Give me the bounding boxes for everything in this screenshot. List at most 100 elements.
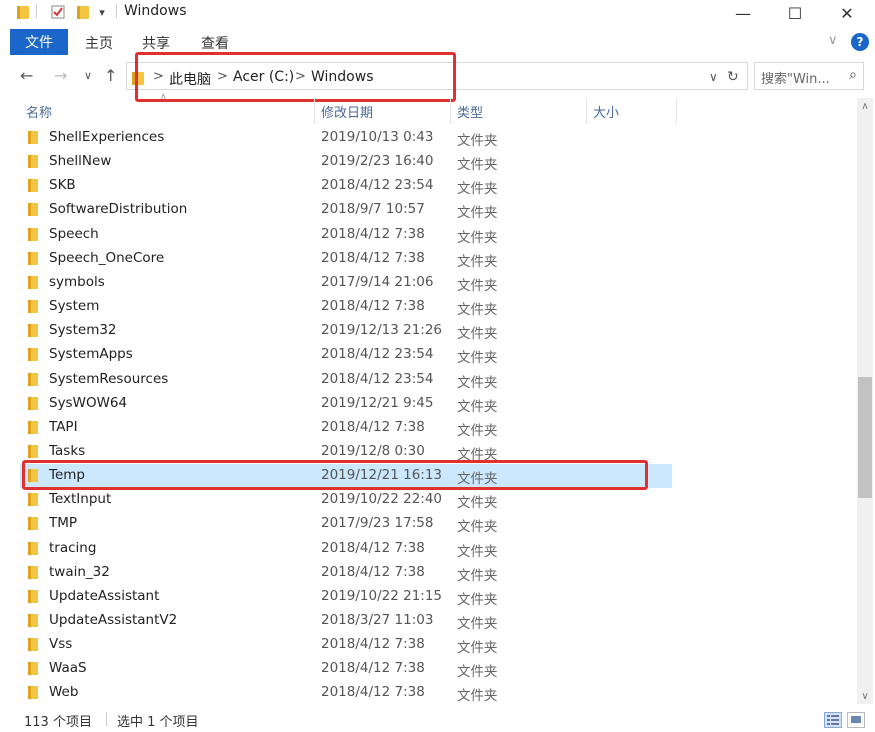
folder-icon <box>28 324 38 338</box>
large-icons-view-icon <box>851 716 861 723</box>
column-divider[interactable] <box>586 98 587 124</box>
file-name: Tasks <box>49 442 86 459</box>
scroll-up-button[interactable]: ∧ <box>857 98 873 114</box>
list-item[interactable]: Vss 2018/4/12 7:38 文件夹 <box>20 633 672 657</box>
search-icon[interactable]: ⌕ <box>849 67 857 83</box>
file-date: 2018/4/12 7:38 <box>321 660 425 677</box>
vertical-scrollbar[interactable]: ∧ ∨ <box>857 98 873 704</box>
address-dropdown-button[interactable]: ∨ <box>709 70 718 84</box>
file-name: ShellExperiences <box>49 129 165 145</box>
item-count: 113 个项目 <box>24 715 92 730</box>
title-bar: ▾ Windows — ☐ ✕ <box>0 0 875 26</box>
column-date[interactable]: 修改日期 <box>321 98 449 124</box>
list-item[interactable]: System32 2019/12/13 21:26 文件夹 <box>20 319 672 343</box>
details-view-button[interactable] <box>824 712 842 728</box>
list-item[interactable]: UpdateAssistantV2 2018/3/27 11:03 文件夹 <box>20 609 672 633</box>
folder-icon <box>28 348 38 362</box>
list-item[interactable]: SKB 2018/4/12 23:54 文件夹 <box>20 174 672 198</box>
properties-icon[interactable] <box>50 4 66 20</box>
column-size[interactable]: 大小 <box>593 98 673 124</box>
search-input[interactable]: 搜索"Win... <box>761 68 830 87</box>
close-button[interactable]: ✕ <box>824 0 870 26</box>
list-item[interactable]: SystemApps 2018/4/12 23:54 文件夹 <box>20 343 672 367</box>
folder-icon <box>28 444 38 458</box>
column-name[interactable]: 名称 <box>26 98 314 124</box>
help-icon[interactable]: ? <box>851 33 869 51</box>
list-item[interactable]: TAPI 2018/4/12 7:38 文件夹 <box>20 416 672 440</box>
folder-icon <box>28 396 38 410</box>
file-type: 文件夹 <box>457 664 498 681</box>
new-folder-icon[interactable] <box>76 4 90 20</box>
list-item[interactable]: UpdateAssistant 2019/10/22 21:15 文件夹 <box>20 585 672 609</box>
file-type: 文件夹 <box>457 688 498 705</box>
list-item[interactable]: Speech_OneCore 2018/4/12 7:38 文件夹 <box>20 247 672 271</box>
list-item[interactable]: TMP 2017/9/23 17:58 文件夹 <box>20 512 672 536</box>
list-item[interactable]: symbols 2017/9/14 21:06 文件夹 <box>20 271 672 295</box>
up-button[interactable]: ↑ <box>104 66 117 85</box>
file-date: 2018/4/12 23:54 <box>321 177 434 194</box>
column-divider[interactable] <box>676 98 677 124</box>
file-type: 文件夹 <box>457 181 498 198</box>
file-date: 2017/9/23 17:58 <box>321 515 434 532</box>
window-title: Windows <box>124 3 187 19</box>
folder-icon <box>28 541 38 555</box>
list-item[interactable]: tracing 2018/4/12 7:38 文件夹 <box>20 537 672 561</box>
column-divider[interactable] <box>450 98 451 124</box>
list-item[interactable]: WaaS 2018/4/12 7:38 文件夹 <box>20 657 672 681</box>
forward-button[interactable]: → <box>54 66 67 85</box>
folder-icon <box>28 589 38 603</box>
folder-icon <box>16 4 30 20</box>
search-box[interactable]: 搜索"Win... ⌕ <box>754 62 864 90</box>
file-name: Speech <box>49 225 99 242</box>
file-date: 2018/4/12 7:38 <box>321 418 425 435</box>
ribbon-collapse-icon[interactable]: ∨ <box>828 33 838 48</box>
list-item[interactable]: SoftwareDistribution 2018/9/7 10:57 文件夹 <box>20 198 672 222</box>
divider <box>36 4 37 18</box>
list-item[interactable]: SystemResources 2018/4/12 23:54 文件夹 <box>20 368 672 392</box>
file-name: SysWOW64 <box>49 394 128 411</box>
file-type: 文件夹 <box>457 253 498 270</box>
file-type: 文件夹 <box>457 422 498 439</box>
list-item[interactable]: System 2018/4/12 7:38 文件夹 <box>20 295 672 319</box>
file-name: TextInput <box>49 491 112 508</box>
tab-view[interactable]: 查看 <box>201 33 229 53</box>
folder-icon <box>28 493 38 507</box>
file-date: 2019/12/13 21:26 <box>321 322 443 339</box>
scrollbar-thumb[interactable] <box>858 377 872 498</box>
file-type: 文件夹 <box>457 398 498 415</box>
file-name: SoftwareDistribution <box>49 201 188 218</box>
list-item[interactable]: TextInput 2019/10/22 22:40 文件夹 <box>20 488 672 512</box>
list-item[interactable]: Speech 2018/4/12 7:38 文件夹 <box>20 223 672 247</box>
large-icons-view-button[interactable] <box>847 712 865 728</box>
scroll-down-button[interactable]: ∨ <box>857 688 873 704</box>
status-bar: 113 个项目 选中 1 个项目 <box>0 706 875 732</box>
minimize-button[interactable]: — <box>720 0 766 26</box>
maximize-button[interactable]: ☐ <box>772 0 818 26</box>
file-name: SKB <box>49 177 76 194</box>
file-type: 文件夹 <box>457 350 498 367</box>
file-name: TAPI <box>49 418 78 435</box>
recent-locations-button[interactable]: ∨ <box>84 69 92 82</box>
list-item[interactable]: twain_32 2018/4/12 7:38 文件夹 <box>20 561 672 585</box>
folder-icon <box>28 565 38 579</box>
column-type[interactable]: 类型 <box>457 98 585 124</box>
tab-home[interactable]: 主页 <box>85 33 113 53</box>
list-item[interactable]: ShellExperiences 2019/10/13 0:43 文件夹 <box>20 126 672 150</box>
file-type: 文件夹 <box>457 326 498 343</box>
list-item[interactable]: SysWOW64 2019/12/21 9:45 文件夹 <box>20 392 672 416</box>
folder-icon <box>28 686 38 700</box>
qa-dropdown-icon[interactable]: ▾ <box>96 4 108 20</box>
back-button[interactable]: ← <box>20 66 33 85</box>
refresh-button[interactable]: ↻ <box>727 69 739 85</box>
tab-share[interactable]: 共享 <box>142 33 170 53</box>
file-type: 文件夹 <box>457 567 498 584</box>
file-type: 文件夹 <box>457 133 498 149</box>
column-divider[interactable] <box>314 98 315 124</box>
tab-file[interactable]: 文件 <box>10 29 68 55</box>
list-item[interactable]: ShellNew 2019/2/23 16:40 文件夹 <box>20 150 672 174</box>
file-name: UpdateAssistant <box>49 587 160 604</box>
folder-icon <box>28 372 38 386</box>
list-item[interactable]: Web 2018/4/12 7:38 文件夹 <box>20 681 672 705</box>
file-type: 文件夹 <box>457 616 498 632</box>
column-header: 名称 修改日期 类型 大小 <box>0 98 858 124</box>
